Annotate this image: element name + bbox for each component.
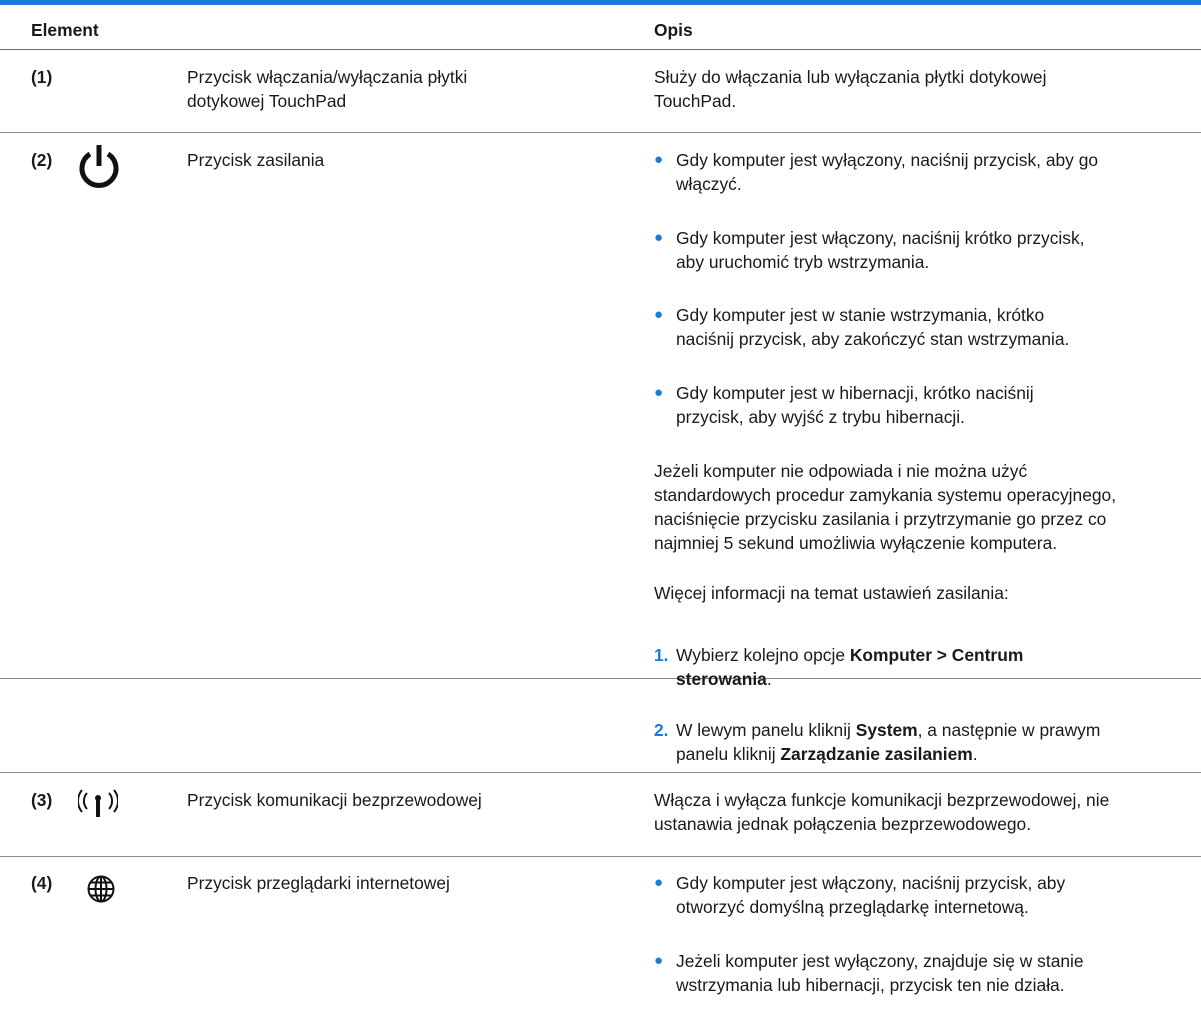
table-row: (4) Przycisk przeglądarki internetowej ●… <box>31 873 1084 995</box>
wireless-icon <box>77 785 119 827</box>
power-icon <box>74 142 124 200</box>
table-row: (3) Przycisk komunikacji bezprzewodowej … <box>0 772 1201 857</box>
bullet-icon: ● <box>654 306 664 323</box>
element-description: Służy do włączania lub wyłączania płytki… <box>654 67 1047 111</box>
bullet-icon: ● <box>654 229 664 246</box>
table-row: (2) Przycisk zasilania ● Gdy komputer je… <box>0 133 1201 689</box>
step-number: 1. <box>654 645 669 665</box>
power-note-paragraph: Jeżeli komputer nie odpowiada i nie możn… <box>654 461 1117 553</box>
table-row: (1) Przycisk włączania/wyłączania płytki… <box>0 50 1201 133</box>
row-number: (2) <box>31 150 53 170</box>
element-name: Przycisk przeglądarki internetowej <box>187 873 450 893</box>
element-name: Przycisk zasilania <box>187 150 325 170</box>
bullet-icon: ● <box>654 384 664 401</box>
element-name: Przycisk komunikacji bezprzewodowej <box>187 790 482 810</box>
globe-icon <box>86 874 116 910</box>
row-number: (4) <box>31 873 53 893</box>
bullet-icon: ● <box>654 874 664 891</box>
more-info-text: Więcej informacji na temat ustawień zasi… <box>654 583 1009 603</box>
bullet-icon: ● <box>654 952 664 969</box>
element-description: Włącza i wyłącza funkcje komunikacji bez… <box>654 790 1110 834</box>
row-number: (3) <box>31 790 53 810</box>
header-element: Element <box>31 20 99 40</box>
row-number: (1) <box>31 67 53 87</box>
document-page: Element Opis (1) Przycisk włączania/wyłą… <box>0 0 1201 1020</box>
bullet-icon: ● <box>654 151 664 168</box>
element-name: Przycisk włączania/wyłączania płytki dot… <box>187 67 468 111</box>
step-number: 2. <box>654 720 669 740</box>
table-header: Element Opis <box>0 5 1201 50</box>
header-opis: Opis <box>654 20 693 40</box>
